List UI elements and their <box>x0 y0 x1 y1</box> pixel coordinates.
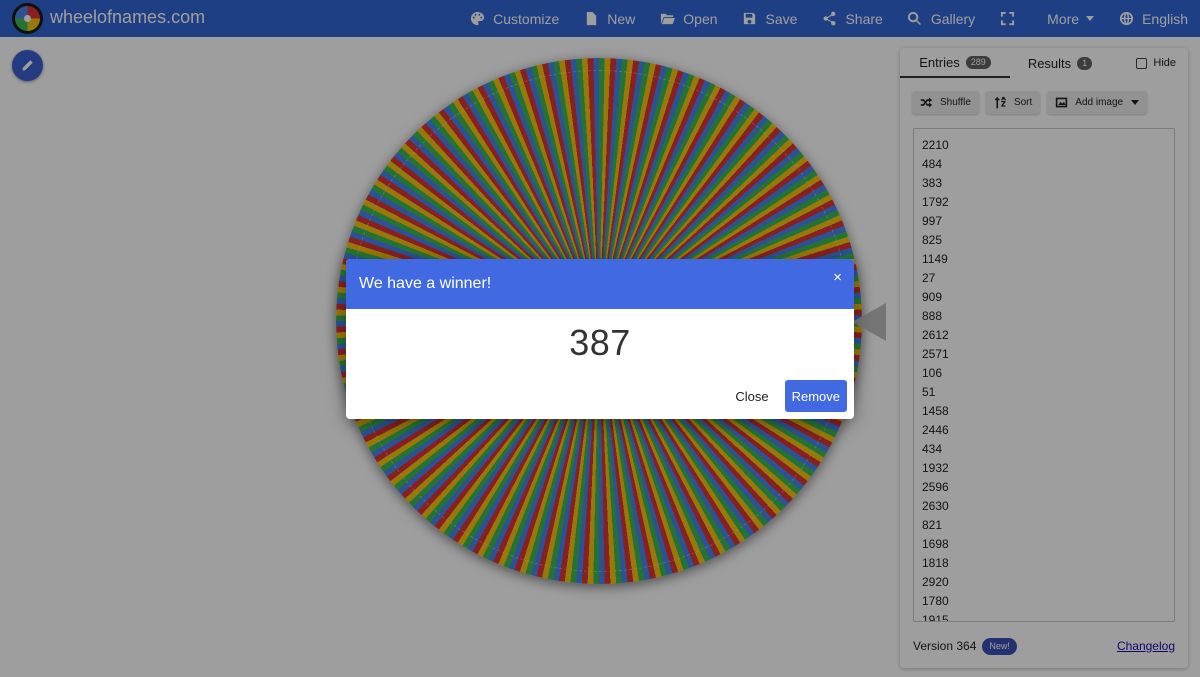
winner-value: 387 <box>569 322 631 363</box>
winner-dialog: We have a winner! × 387 Close Remove <box>346 259 854 419</box>
dialog-actions: Close Remove <box>723 380 847 412</box>
dialog-title: We have a winner! <box>359 275 492 292</box>
dialog-header: We have a winner! × <box>346 259 854 309</box>
remove-button[interactable]: Remove <box>784 380 847 412</box>
close-button[interactable]: Close <box>723 381 780 412</box>
close-icon[interactable]: × <box>833 269 842 286</box>
